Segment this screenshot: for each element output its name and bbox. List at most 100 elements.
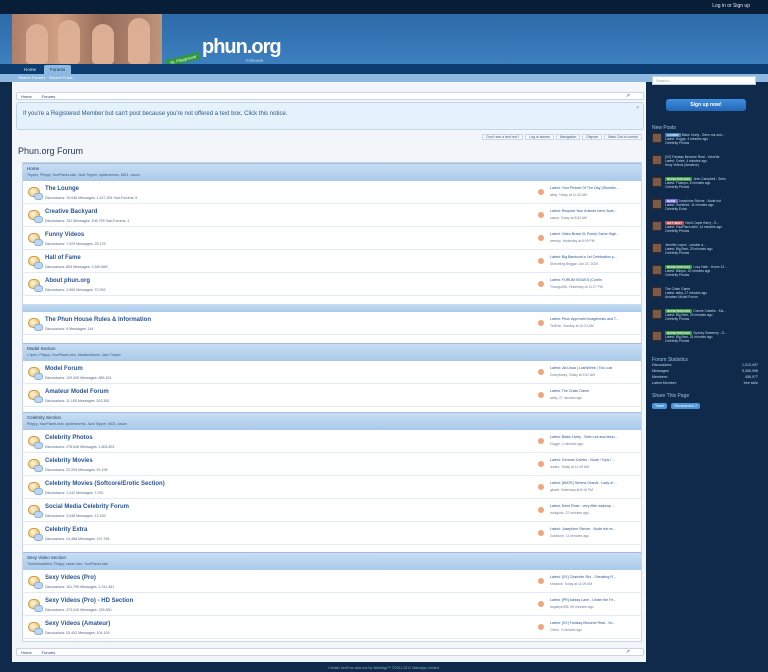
notice-text[interactable]: If you're a Registered Member but can't … (23, 111, 287, 117)
rss-icon[interactable] (538, 320, 544, 326)
rss-icon[interactable] (538, 484, 544, 490)
rss-icon[interactable] (538, 601, 544, 607)
signup-button[interactable]: Sign up now! (666, 99, 746, 111)
latest-post[interactable]: Latest: Video Brawl 01 Pointy Game High.… (550, 232, 638, 236)
latest-post[interactable]: Latest: Josephine Skriver - Nude bot ev.… (550, 527, 638, 531)
forum-title[interactable]: Creative Backyard (45, 209, 97, 215)
forum-row[interactable]: Celebrity Photos Discussions: 278,646 Mes… (23, 431, 641, 453)
latest-post[interactable]: Latest: Request Your Artwork here/ Avat.… (550, 209, 638, 213)
forum-row[interactable]: Social Media Celebrity Forum Discussions:… (23, 500, 641, 522)
latest-post[interactable]: Latest: [PR] Adissy Lane - Under the Fe.… (550, 598, 638, 602)
forum-title[interactable]: The Phun House Rules & Information (45, 317, 151, 323)
tool-link[interactable]: Dispute (582, 134, 603, 140)
forum-title[interactable]: Sexy Videos (Amateur) (45, 621, 110, 627)
jump-up-icon[interactable]: ↗ (626, 93, 630, 99)
forum-row[interactable]: Celebrity Extra Discussions: 24,468 Messa… (23, 523, 641, 545)
new-post-item[interactable]: HOT SEXY Heidi Caper Berry - E... Latest:… (652, 221, 758, 241)
latest-post[interactable]: Latest: [WATE] Serena Grandi - Lady of .… (550, 481, 638, 485)
latest-post[interactable]: Latest: Phun Approved Imagehosts and T..… (550, 317, 638, 321)
rss-icon[interactable] (538, 189, 544, 195)
breadcrumb-forums[interactable]: Forums (42, 650, 56, 655)
section-header[interactable]: Celebrity Section Phlppy, YourPlaceLosin,… (23, 412, 641, 430)
latest-post[interactable]: Latest: Big Bamboon's 1st Celebration p.… (550, 255, 638, 259)
tool-link[interactable]: Navigation (555, 134, 581, 140)
latest-post[interactable]: Latest: Demi Rose - very little makeup .… (550, 504, 638, 508)
forum-title[interactable]: Social Media Celebrity Forum (45, 504, 129, 510)
rss-icon[interactable] (538, 281, 544, 287)
forum-title[interactable]: Hall of Fame (45, 255, 81, 261)
breadcrumb-home[interactable]: Home (21, 94, 32, 99)
forum-row[interactable]: Model Forum Discussions: 129,409 Messages… (23, 362, 641, 384)
forum-title[interactable]: Celebrity Movies (Softcore/Erotic Sectio… (45, 481, 165, 487)
forum-title[interactable]: Funny Videos (45, 232, 84, 238)
latest-post[interactable]: Latest: The Chain Game (550, 389, 638, 393)
new-post-item[interactable]: NUDE/TOPLESS Sydney Sweeney - D... Latest… (652, 331, 758, 351)
jump-up-icon[interactable]: ↗ (626, 649, 630, 655)
site-logo[interactable]: phun.org (202, 36, 282, 59)
rss-icon[interactable] (538, 258, 544, 264)
rss-icon[interactable] (538, 369, 544, 375)
breadcrumb-forums[interactable]: Forums (42, 94, 56, 99)
search-input[interactable]: Search... (652, 76, 756, 85)
tool-link[interactable]: Mark Out of control (604, 134, 642, 140)
new-post-item[interactable]: [XX] Fantasy Become Real - VolceVa Latest… (652, 155, 758, 175)
forum-row[interactable]: About phun.org Discussions: 2,065 Message… (23, 274, 641, 296)
latest-post[interactable]: Latest: Your Picture Of The Day (Stumble… (550, 186, 638, 190)
forum-title[interactable]: Celebrity Extra (45, 527, 87, 533)
forum-title[interactable]: Sexy Videos (Pro) (45, 575, 96, 581)
new-post-item[interactable]: NUDE/TOPLESS Connie Cabello - Kis... Late… (652, 309, 758, 329)
forum-row[interactable]: Sexy Videos (Amateur) Discussions: 25,402… (23, 617, 641, 639)
tab-forums[interactable]: Forums (44, 65, 72, 74)
forum-row[interactable]: The Lounge Discussions: 19,046 Messages: … (23, 182, 641, 204)
rss-icon[interactable] (538, 235, 544, 241)
new-post-item[interactable]: NUDE Josephine Skriver - Nude bot Latest:… (652, 199, 758, 219)
rss-icon[interactable] (538, 530, 544, 536)
tool-link[interactable]: Don't see a text box? (482, 134, 524, 140)
forum-title[interactable]: The Lounge (45, 186, 79, 192)
rss-icon[interactable] (538, 212, 544, 218)
new-post-item[interactable]: NUDE/TOPLESS Jeen Campbell - Seen Latest:… (652, 177, 758, 197)
rss-icon[interactable] (538, 507, 544, 513)
forum-row[interactable]: The Phun House Rules & Information Discus… (23, 313, 641, 335)
latest-post[interactable]: Latest: Blake Lively - Seen out and abou… (550, 435, 638, 439)
tool-link[interactable]: Log in Issues (525, 134, 554, 140)
forum-row[interactable]: Celebrity Movies Discussions: 22,205 Mess… (23, 454, 641, 476)
recommend-button[interactable]: Recommend 2 (671, 403, 701, 409)
forum-row[interactable]: Sexy Videos (Pro) - HD Section Discussion… (23, 594, 641, 616)
forum-title[interactable]: Sexy Videos (Pro) - HD Section (45, 598, 133, 604)
rss-icon[interactable] (538, 438, 544, 444)
new-post-item[interactable]: CANDID Blake Lively - Seen out and... Lat… (652, 133, 758, 153)
forum-title[interactable]: Amateur Model Forum (45, 389, 109, 395)
forum-row[interactable]: Amateur Model Forum Discussions: 11,155 M… (23, 385, 641, 407)
latest-member-link[interactable]: free sicle (744, 381, 758, 387)
latest-post[interactable]: Latest: FORUM ISSUES (Contin (550, 278, 638, 282)
forum-title[interactable]: Celebrity Movies (45, 458, 93, 464)
login-signup-link[interactable]: Log in or Sign up (712, 3, 750, 9)
section-header[interactable]: Sexy Video Section TheAnimalArtist, Phlpp… (23, 552, 641, 570)
section-header[interactable]: Model Section L'ripen, Phlppy, YourPlaceL… (23, 343, 641, 361)
close-icon[interactable]: × (636, 105, 639, 111)
forum-title[interactable]: About phun.org (45, 278, 90, 284)
notice-box[interactable]: If you're a Registered Member but can't … (16, 102, 644, 130)
latest-post[interactable]: Latest: [XX] Charlotte Stix - Sneaking R… (550, 575, 638, 579)
rss-icon[interactable] (538, 461, 544, 467)
latest-post[interactable]: Latest: Jia Lissa | LushWeek | Trio Lust (550, 366, 638, 370)
forum-row[interactable]: Funny Videos Discussions: 7,925 Messages:… (23, 228, 641, 250)
forum-row[interactable]: Creative Backyard Discussions: 781 Messag… (23, 205, 641, 227)
forum-row[interactable]: Hall of Fame Discussions: 854 Messages: 1… (23, 251, 641, 273)
tab-home[interactable]: Home (18, 65, 42, 74)
breadcrumb-home[interactable]: Home (21, 650, 32, 655)
forum-title[interactable]: Celebrity Photos (45, 435, 93, 441)
new-post-item[interactable]: The Chain Game Latest: abby, 27 minutes a… (652, 287, 758, 307)
rss-icon[interactable] (538, 624, 544, 630)
new-post-item[interactable]: Jennifer Lopez - outside a... Latest: Big… (652, 243, 758, 263)
section-header[interactable]: Home Tripper, Phlppy, YourPlaceLosin, Jac… (23, 163, 641, 181)
forum-title[interactable]: Model Forum (45, 366, 83, 372)
forum-row[interactable]: Sexy Videos (Pro) Discussions: 161,799 Me… (23, 571, 641, 593)
rss-icon[interactable] (538, 578, 544, 584)
new-post-item[interactable]: NUDE/TOPLESS Lucy Hale - Home 12... Lates… (652, 265, 758, 285)
tweet-button[interactable]: Tweet (652, 403, 668, 409)
latest-post[interactable]: Latest: German Celebs - Nude / Tops / ..… (550, 458, 638, 462)
rss-icon[interactable] (538, 392, 544, 398)
latest-post[interactable]: Latest: [XX] Fantasy Become Real - Vo... (550, 621, 638, 625)
